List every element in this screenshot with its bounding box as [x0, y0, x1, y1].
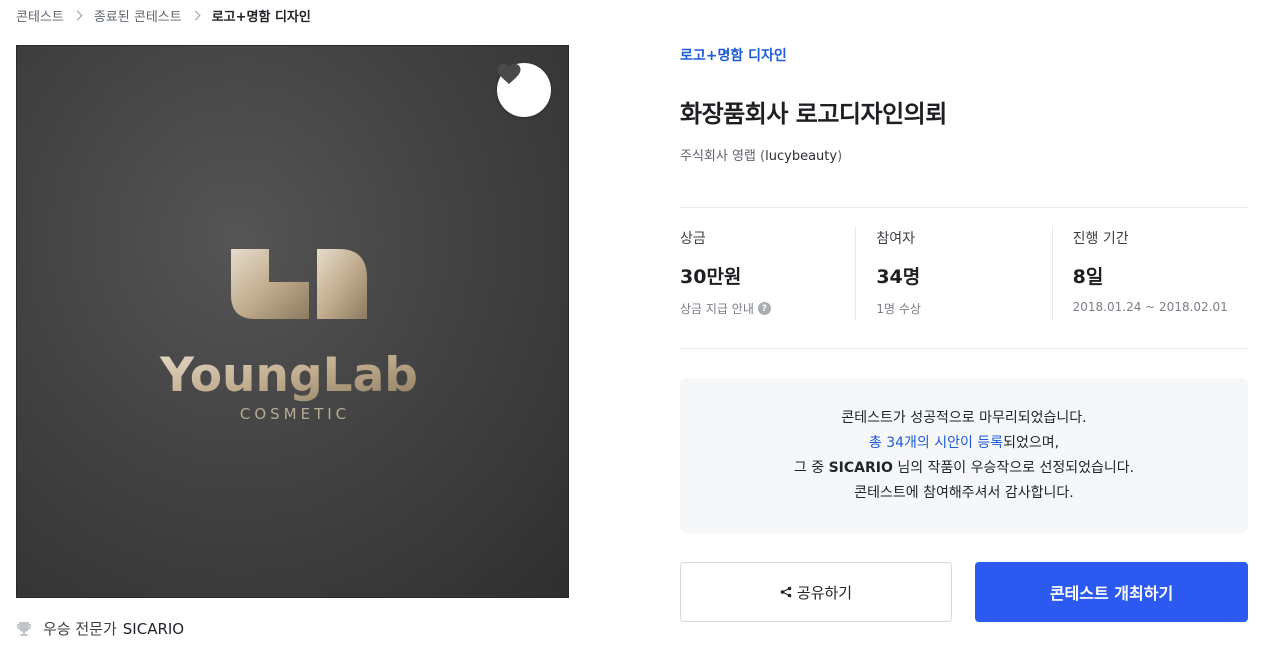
- stat-prize-label: 상금: [680, 231, 706, 247]
- like-button[interactable]: [497, 63, 551, 117]
- breadcrumb-ended-contests[interactable]: 종료된 콘테스트: [94, 6, 182, 25]
- notice-line-1: 콘테스트가 성공적으로 마무리되었습니다.: [841, 409, 1087, 426]
- notice-line-3-pre: 그 중: [793, 459, 829, 476]
- notice-line-3-post: 님의 작품이 우승작으로 선정되었습니다.: [892, 459, 1135, 476]
- stat-prize-value: 30만원: [680, 266, 742, 288]
- handle-close: ): [837, 149, 843, 164]
- company-handle: lucybeauty: [765, 149, 838, 164]
- handle-open: (: [755, 149, 766, 164]
- company-name: 주식회사 영랩: [680, 149, 756, 164]
- heart-icon: [497, 63, 521, 84]
- chevron-right-icon: [190, 10, 201, 20]
- notice-line-3: 그 중 SICARIO 님의 작품이 우승작으로 선정되었습니다.: [794, 456, 1134, 481]
- logo-mockup-artwork: YoungLab COSMETIC: [159, 249, 418, 423]
- stat-duration-value: 8일: [1072, 266, 1104, 288]
- breadcrumb: 콘테스트 종료된 콘테스트 로고+명함 디자인: [16, 4, 311, 26]
- stat-duration-label: 진행 기간: [1072, 231, 1129, 247]
- stat-prize: 상금 30만원 상금 지급 안내 ?: [680, 226, 855, 321]
- contest-result-notice: 콘테스트가 성공적으로 마무리되었습니다. 총 34개의 시안이 등록되었으며,…: [680, 378, 1248, 533]
- breadcrumb-current: 로고+명함 디자인: [211, 9, 311, 25]
- contest-host: 주식회사 영랩 (lucybeauty): [680, 145, 842, 164]
- stat-participants-label: 참여자: [876, 231, 915, 247]
- logo-wordmark: YoungLab: [159, 348, 418, 403]
- contest-category[interactable]: 로고+명함 디자인: [680, 45, 787, 65]
- logo-monogram-left: [231, 249, 309, 319]
- chevron-right-icon: [72, 10, 83, 20]
- prize-payment-guide[interactable]: 상금 지급 안내 ?: [680, 300, 855, 317]
- stat-duration: 진행 기간 8일 2018.01.24 ~ 2018.02.01: [1051, 226, 1248, 321]
- notice-line-2-rest: 되었으며,: [1003, 434, 1060, 451]
- breadcrumb-contest[interactable]: 콘테스트: [16, 6, 64, 25]
- notice-line-2: 총 34개의 시안이 등록되었으며,: [869, 431, 1059, 456]
- winner-label: 우승 전문가: [43, 620, 117, 638]
- host-contest-button[interactable]: 콘테스트 개최하기: [975, 562, 1248, 622]
- logo-monogram-right: [317, 249, 367, 319]
- submissions-link[interactable]: 총 34개의 시안이 등록: [869, 435, 1003, 451]
- stat-participants-value: 34명: [876, 266, 921, 288]
- trophy-icon: [17, 621, 31, 636]
- stat-participants: 참여자 34명 1명 수상: [855, 226, 1051, 321]
- winner-info: 우승 전문가 SICARIO: [16, 618, 184, 639]
- contest-stats: 상금 30만원 상금 지급 안내 ? 참여자 34명 1명 수상 진행 기간 8…: [680, 226, 1248, 321]
- winning-design-image[interactable]: YoungLab COSMETIC: [16, 45, 569, 598]
- share-button-label: 공유하기: [796, 583, 853, 602]
- help-icon[interactable]: ?: [757, 302, 771, 315]
- notice-winner-name: SICARIO: [828, 459, 893, 476]
- winner-name[interactable]: SICARIO: [123, 620, 184, 638]
- notice-line-4: 콘테스트에 참여해주셔서 감사합니다.: [854, 484, 1074, 501]
- share-button[interactable]: 공유하기: [680, 562, 952, 622]
- divider-bottom: [680, 348, 1248, 349]
- stat-duration-dates: 2018.01.24 ~ 2018.02.01: [1072, 300, 1228, 314]
- contest-title: 화장품회사 로고디자인의뢰: [680, 100, 947, 128]
- stat-participants-sub: 1명 수상: [876, 302, 921, 316]
- prize-payment-guide-label: 상금 지급 안내: [680, 302, 754, 316]
- logo-tagline: COSMETIC: [240, 405, 350, 423]
- divider-top: [680, 207, 1248, 208]
- share-icon: [780, 586, 792, 598]
